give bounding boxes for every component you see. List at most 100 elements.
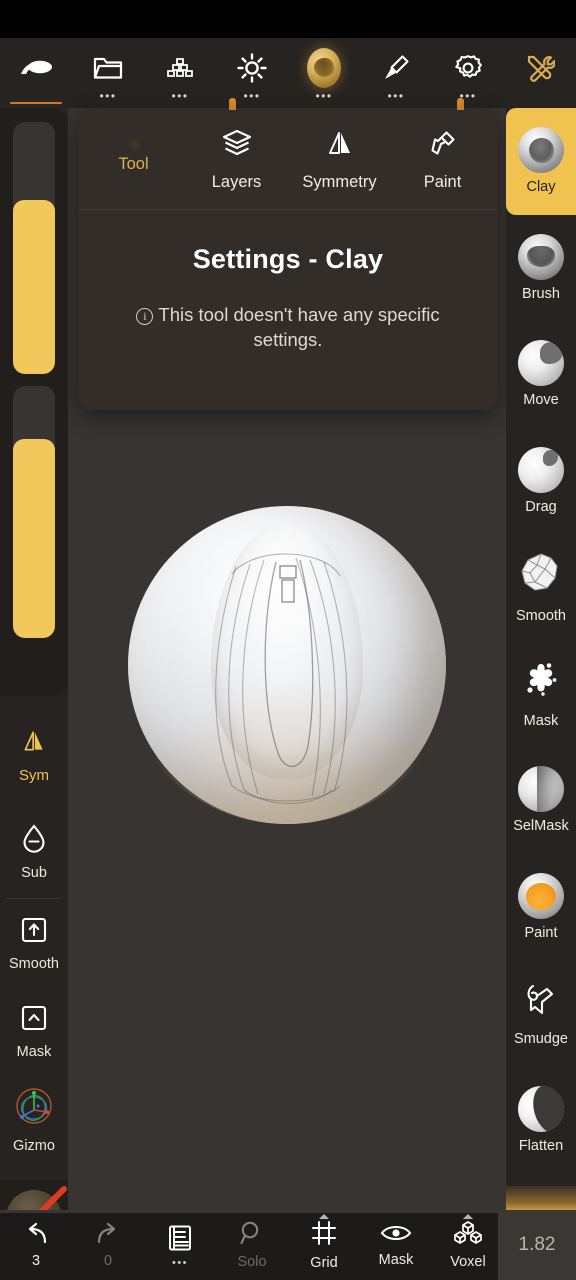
tool-item-brush[interactable]: Brush (506, 215, 576, 322)
voxel-label: Voxel (450, 1254, 486, 1270)
panel-tab-label: Symmetry (302, 172, 377, 191)
topbar-item-material[interactable]: ••• (288, 38, 360, 108)
drag-ball-icon (518, 446, 564, 493)
move-ball-icon (518, 340, 564, 387)
tool-item-label: Brush (522, 285, 560, 302)
version-label: 1.82 (498, 1210, 576, 1280)
mask-splat-icon (519, 658, 563, 707)
clay-stroke-icon (19, 51, 53, 85)
panel-tab-tool[interactable]: Tool (82, 110, 185, 209)
gizmo-axis-icon (14, 1086, 54, 1131)
smooth-crystal-icon (517, 551, 565, 602)
info-icon: i (136, 308, 154, 325)
material-swatch[interactable] (0, 1180, 68, 1210)
sidebar-item-symmetry[interactable]: Sym (0, 708, 68, 804)
redo-count: 0 (103, 1253, 113, 1269)
right-sidebar-tools: Clay Brush Move Drag Smooth Mask SelMask… (506, 108, 576, 1210)
clay-ball-icon (518, 127, 564, 174)
symmetry-icon (325, 128, 355, 163)
tool-item-smudge[interactable]: Smudge (506, 960, 576, 1067)
topbar-item-brush[interactable]: ••• (360, 38, 432, 108)
top-toolbar: ••• ••• ••• ••• ••• ••• (0, 38, 576, 108)
undo-count: 3 (31, 1253, 41, 1269)
tool-list-overflow[interactable] (506, 1186, 576, 1210)
sidebar-item-label: Smooth (9, 956, 59, 972)
bottom-toolbar: 3 0 ••• Solo Grid Mask Voxel 1.82 (0, 1210, 576, 1280)
sidebar-divider (6, 898, 62, 899)
panel-tab-label: Paint (423, 172, 462, 191)
topbar-dots: ••• (171, 89, 189, 103)
paint-ball-icon (518, 872, 564, 919)
sidebar-item-label: Mask (16, 1044, 52, 1060)
tool-item-mask[interactable]: Mask (506, 641, 576, 748)
topbar-dots: ••• (459, 89, 477, 103)
voxel-cubes-icon (453, 1220, 483, 1251)
panel-tab-label: Tool (118, 155, 149, 173)
grid-button[interactable]: Grid (288, 1210, 360, 1280)
panel-body: Settings - Clay i This tool doesn't have … (78, 210, 498, 353)
status-bar (0, 0, 576, 38)
tool-item-drag[interactable]: Drag (506, 428, 576, 535)
tool-item-smooth[interactable]: Smooth (506, 534, 576, 641)
topbar-item-files[interactable]: ••• (72, 38, 144, 108)
redo-button[interactable]: 0 (72, 1210, 144, 1280)
chevron-up-icon (319, 1214, 329, 1219)
sidebar-item-sub[interactable]: Sub (0, 808, 68, 896)
model-wireframe-lines (215, 553, 348, 804)
tool-item-clay[interactable]: Clay (506, 108, 576, 215)
left-sidebar: Sym Sub Smooth Mask Gizmo (0, 108, 68, 1210)
topbar-item-scene[interactable]: ••• (144, 38, 216, 108)
topbar-dots: ••• (315, 89, 333, 103)
panel-note-row: i This tool doesn't have any specific set… (104, 303, 472, 353)
tool-item-label: Drag (525, 498, 557, 515)
magnifier-icon (239, 1220, 265, 1251)
tool-item-label: Clay (526, 179, 556, 196)
topbar-item-settings[interactable]: ••• (432, 38, 504, 108)
left-sidebar-actions: Sub Smooth Mask Gizmo (0, 808, 68, 1174)
panel-tab-paint[interactable]: Paint (391, 110, 494, 209)
tool-item-label: Move (523, 392, 559, 409)
disabled-slash-icon (38, 1186, 67, 1210)
topbar-dots: ••• (387, 89, 405, 103)
layers-list-button[interactable]: ••• (144, 1210, 216, 1280)
stack-layers-icon (163, 51, 197, 85)
tool-item-selmask[interactable]: SelMask (506, 747, 576, 854)
undo-button[interactable]: 3 (0, 1210, 72, 1280)
grid-label: Grid (310, 1255, 338, 1271)
layers-icon (221, 128, 253, 163)
sidebar-item-gizmo[interactable]: Gizmo (0, 1076, 68, 1164)
mask-visibility-button[interactable]: Mask (360, 1210, 432, 1280)
brush-size-slider[interactable] (13, 122, 55, 374)
layers-list-dots: ••• (171, 1257, 189, 1269)
sidebar-item-smooth[interactable]: Smooth (0, 900, 68, 988)
selmask-ball-icon (518, 766, 564, 813)
left-slider-group (0, 108, 68, 696)
folder-icon (91, 51, 125, 85)
tool-item-flatten[interactable]: Flatten (506, 1067, 576, 1174)
droplet-minus-icon (20, 823, 48, 858)
settings-panel: Tool Layers Symmetry Paint Settings - Cl… (78, 110, 498, 410)
brush-intensity-slider[interactable] (13, 386, 55, 638)
redo-icon (94, 1221, 122, 1250)
solo-label: Solo (237, 1254, 267, 1270)
brush-intensity-slider-fill (13, 438, 55, 638)
tool-item-label: Flatten (518, 1137, 564, 1154)
grid-frame-icon (310, 1219, 338, 1252)
paint-roller-icon (428, 128, 458, 163)
active-indicator (10, 102, 62, 104)
clay-sphere-icon (307, 48, 341, 88)
sidebar-item-mask[interactable]: Mask (0, 988, 68, 1076)
topbar-item-lighting[interactable]: ••• (216, 38, 288, 108)
panel-note-text: This tool doesn't have any specific sett… (158, 304, 440, 350)
voxel-button[interactable]: Voxel (432, 1210, 504, 1280)
topbar-item-sculpt-tool[interactable] (0, 38, 72, 108)
panel-tab-layers[interactable]: Layers (185, 110, 288, 209)
topbar-item-tools[interactable] (504, 38, 576, 108)
panel-tab-symmetry[interactable]: Symmetry (288, 110, 391, 209)
sculpt-model[interactable] (128, 506, 446, 824)
panel-tab-bar: Tool Layers Symmetry Paint (78, 110, 498, 210)
panel-title: Settings - Clay (192, 244, 384, 274)
tool-item-paint[interactable]: Paint (506, 854, 576, 961)
solo-button[interactable]: Solo (216, 1210, 288, 1280)
tool-item-move[interactable]: Move (506, 321, 576, 428)
